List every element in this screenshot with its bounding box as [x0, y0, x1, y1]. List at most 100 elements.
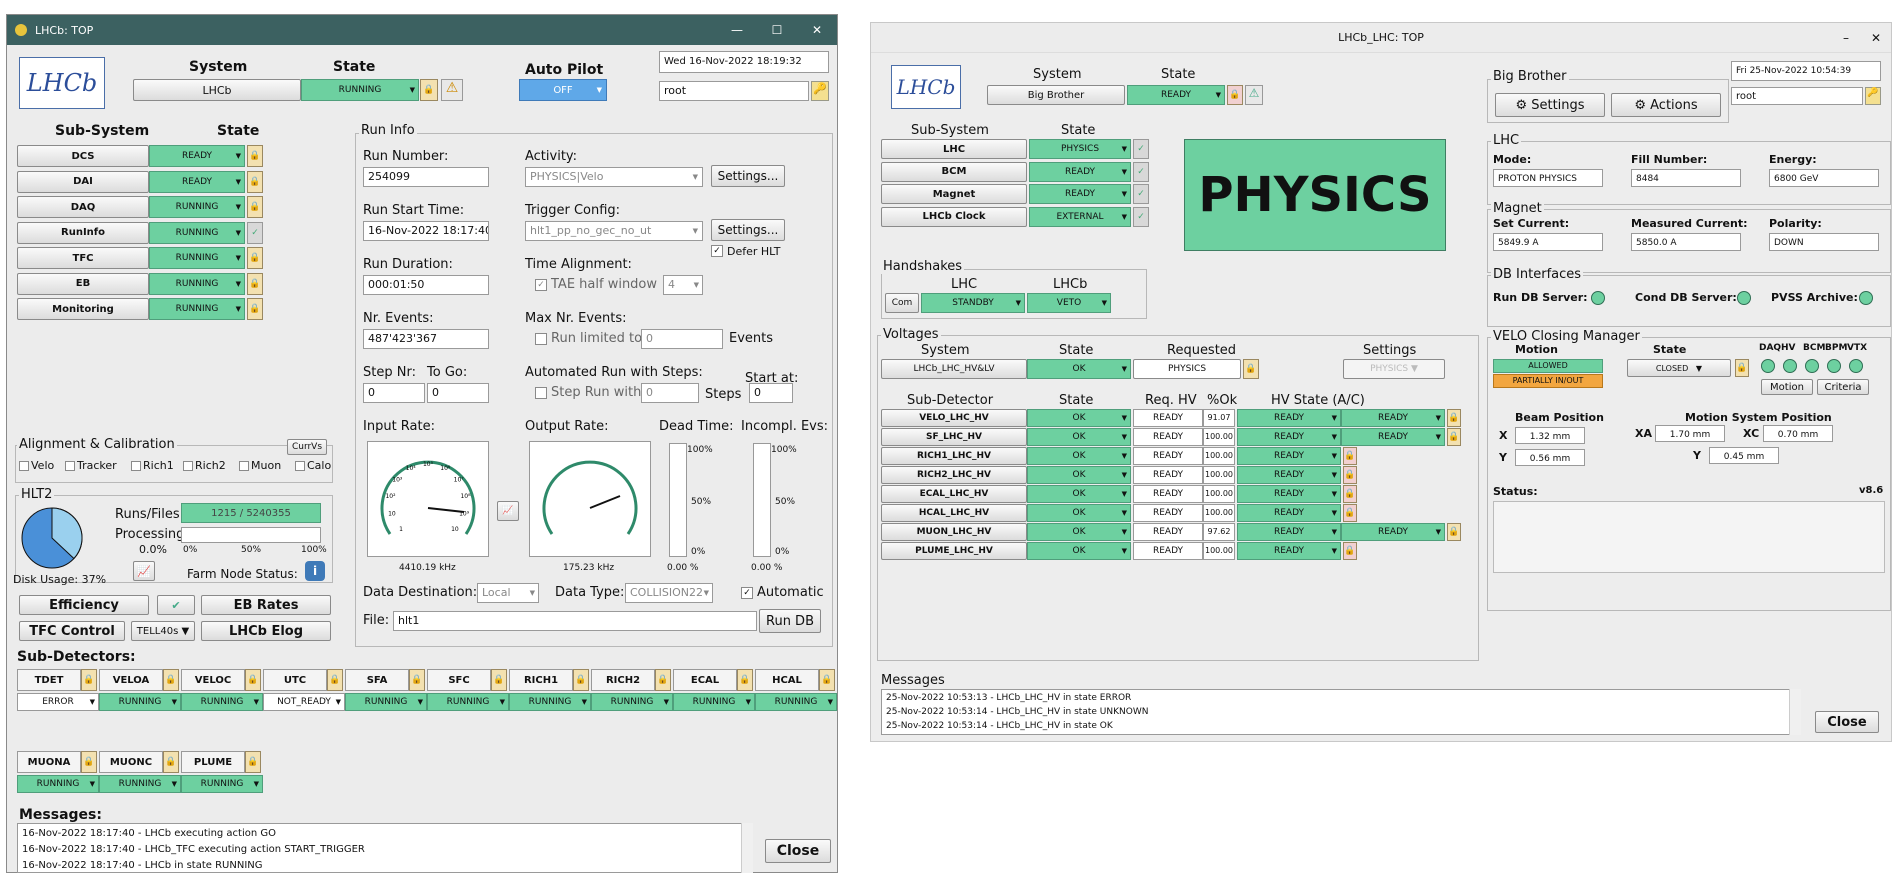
subdetector-name[interactable]: SFC: [427, 669, 491, 691]
messages-scrollbar[interactable]: [741, 823, 753, 873]
alignment-checkbox[interactable]: [183, 461, 193, 471]
lock-icon[interactable]: 🔒: [81, 751, 97, 773]
step-run-checkbox[interactable]: [535, 387, 547, 399]
lock-icon[interactable]: 🔒: [819, 669, 835, 691]
motion-button[interactable]: Motion: [1761, 379, 1813, 395]
lock-icon[interactable]: 🔒: [1243, 359, 1259, 379]
subdetector-state[interactable]: NOT_READY ▼: [263, 693, 345, 711]
subdetector-name[interactable]: TDET: [17, 669, 81, 691]
tfc-control-button[interactable]: TFC Control: [19, 621, 125, 641]
lock-icon[interactable]: 🔒: [1343, 466, 1357, 484]
run-number-field[interactable]: 254099: [363, 167, 489, 187]
hv-subdetector-button[interactable]: RICH2_LHC_HV: [881, 466, 1027, 484]
subsystem-state[interactable]: RUNNING ▼: [149, 247, 245, 269]
hv-state[interactable]: OK ▼: [1027, 523, 1131, 541]
hv-state[interactable]: OK ▼: [1027, 504, 1131, 522]
check-icon[interactable]: ✓: [1133, 139, 1149, 159]
hv-subdetector-button[interactable]: MUON_LHC_HV: [881, 523, 1027, 541]
lock-icon[interactable]: 🔒: [247, 145, 263, 167]
lock-icon[interactable]: 🔒: [573, 669, 589, 691]
hv-state[interactable]: OK ▼: [1027, 409, 1131, 427]
hv-subdetector-button[interactable]: HCAL_LHC_HV: [881, 504, 1027, 522]
user-field[interactable]: root: [659, 81, 809, 101]
check-icon[interactable]: ✓: [1133, 206, 1149, 227]
lock-icon[interactable]: 🔒: [655, 669, 671, 691]
bb-settings-button[interactable]: ⚙ Settings: [1495, 93, 1605, 117]
lock-icon[interactable]: 🔒: [1447, 409, 1461, 427]
lock-icon[interactable]: 🔒: [1343, 542, 1357, 560]
subsystem-button[interactable]: LHCb Clock: [881, 206, 1027, 227]
hv-a-state[interactable]: READY ▼: [1237, 504, 1341, 522]
subdetector-state[interactable]: RUNNING ▼: [99, 693, 181, 711]
lock-icon[interactable]: 🔒: [245, 669, 261, 691]
subdetector-name[interactable]: PLUME: [181, 751, 245, 773]
lock-icon[interactable]: 🔒: [247, 272, 263, 295]
minimize-icon[interactable]: –: [1831, 31, 1861, 45]
check-icon[interactable]: ✓: [1133, 161, 1149, 182]
messages-list[interactable]: 25-Nov-2022 10:53:13 - LHCb_LHC_HV in st…: [881, 689, 1801, 735]
tell40-select[interactable]: TELL40s ▼: [131, 621, 195, 641]
check-icon[interactable]: ✓: [247, 221, 263, 244]
lock-icon[interactable]: 🔒: [1735, 359, 1749, 377]
lock-icon[interactable]: 🔒: [1447, 523, 1461, 541]
subsystem-button[interactable]: EB: [17, 272, 149, 295]
velo-state-select[interactable]: CLOSED ▼: [1627, 359, 1731, 377]
hv-c-state[interactable]: READY ▼: [1341, 428, 1445, 446]
rate-history-button[interactable]: 📈: [497, 501, 519, 521]
alignment-checkbox[interactable]: [65, 461, 75, 471]
subsystem-button[interactable]: Magnet: [881, 184, 1027, 204]
v-system-button[interactable]: LHCb_LHC_HV&LV: [881, 359, 1027, 379]
step-run-field[interactable]: 0: [641, 383, 699, 403]
subdetector-state[interactable]: RUNNING ▼: [17, 775, 99, 793]
handshake-lhcb-state[interactable]: VETO ▼: [1027, 293, 1111, 313]
lock-icon[interactable]: 🔒: [247, 196, 263, 218]
file-field[interactable]: hlt1: [393, 611, 757, 631]
lock-icon[interactable]: 🔒: [163, 669, 179, 691]
automatic-checkbox[interactable]: ✓: [741, 587, 753, 599]
lock-icon[interactable]: 🔒: [245, 751, 261, 773]
v-system-state[interactable]: OK ▼: [1027, 359, 1131, 379]
subdetector-state[interactable]: ERROR ▼: [17, 693, 99, 711]
subdetector-state[interactable]: RUNNING ▼: [755, 693, 837, 711]
hv-state[interactable]: OK ▼: [1027, 428, 1131, 446]
hv-a-state[interactable]: READY ▼: [1237, 523, 1341, 541]
handshake-com-button[interactable]: Com: [885, 293, 919, 313]
hv-a-state[interactable]: READY ▼: [1237, 485, 1341, 503]
subsystem-state[interactable]: RUNNING ▼: [149, 298, 245, 320]
v-requested-field[interactable]: PHYSICS: [1133, 359, 1241, 379]
efficiency-button[interactable]: Efficiency: [19, 595, 149, 615]
subdetector-state[interactable]: RUNNING ▼: [99, 775, 181, 793]
system-name-button[interactable]: Big Brother: [987, 85, 1125, 105]
subsystem-state[interactable]: RUNNING ▼: [149, 221, 245, 244]
hv-state[interactable]: OK ▼: [1027, 485, 1131, 503]
currvs-button[interactable]: CurrVs: [287, 439, 327, 455]
subsystem-state[interactable]: READY ▼: [149, 170, 245, 193]
nr-events-field[interactable]: 487'423'367: [363, 329, 489, 349]
lock-icon[interactable]: 🔒: [1343, 504, 1357, 522]
subsystem-button[interactable]: Monitoring: [17, 298, 149, 320]
subdetector-name[interactable]: MUONC: [99, 751, 163, 773]
subsystem-button[interactable]: DCS: [17, 145, 149, 167]
handshake-lhc-state[interactable]: STANDBY ▼: [921, 293, 1025, 313]
run-start-field[interactable]: 16-Nov-2022 18:17:40: [363, 221, 489, 241]
activity-settings-button[interactable]: Settings...: [711, 165, 785, 187]
subdetector-state[interactable]: RUNNING ▼: [181, 775, 263, 793]
subsystem-state[interactable]: RUNNING ▼: [149, 196, 245, 218]
close-button[interactable]: Close: [765, 839, 831, 863]
info-icon[interactable]: i: [305, 561, 325, 581]
hv-state[interactable]: OK ▼: [1027, 542, 1131, 560]
activity-field[interactable]: PHYSICS|Velo ▼: [525, 167, 703, 187]
subsystem-button[interactable]: TFC: [17, 247, 149, 269]
alignment-checkbox[interactable]: [295, 461, 305, 471]
defer-hlt-checkbox[interactable]: ✓: [711, 245, 723, 257]
criteria-button[interactable]: Criteria: [1817, 379, 1869, 395]
subsystem-state[interactable]: READY ▼: [1029, 161, 1131, 182]
lock-icon[interactable]: 🔒: [247, 298, 263, 320]
key-icon[interactable]: 🔑: [1865, 87, 1881, 105]
alignment-checkbox[interactable]: [19, 461, 29, 471]
messages-list[interactable]: 16-Nov-2022 18:17:40 - LHCb executing ac…: [17, 823, 753, 873]
subsystem-state[interactable]: READY ▼: [149, 145, 245, 167]
data-type-select[interactable]: COLLISION22 ▼: [625, 583, 713, 603]
warning-icon[interactable]: ⚠: [441, 79, 463, 101]
lock-icon[interactable]: 🔒: [1343, 447, 1357, 465]
